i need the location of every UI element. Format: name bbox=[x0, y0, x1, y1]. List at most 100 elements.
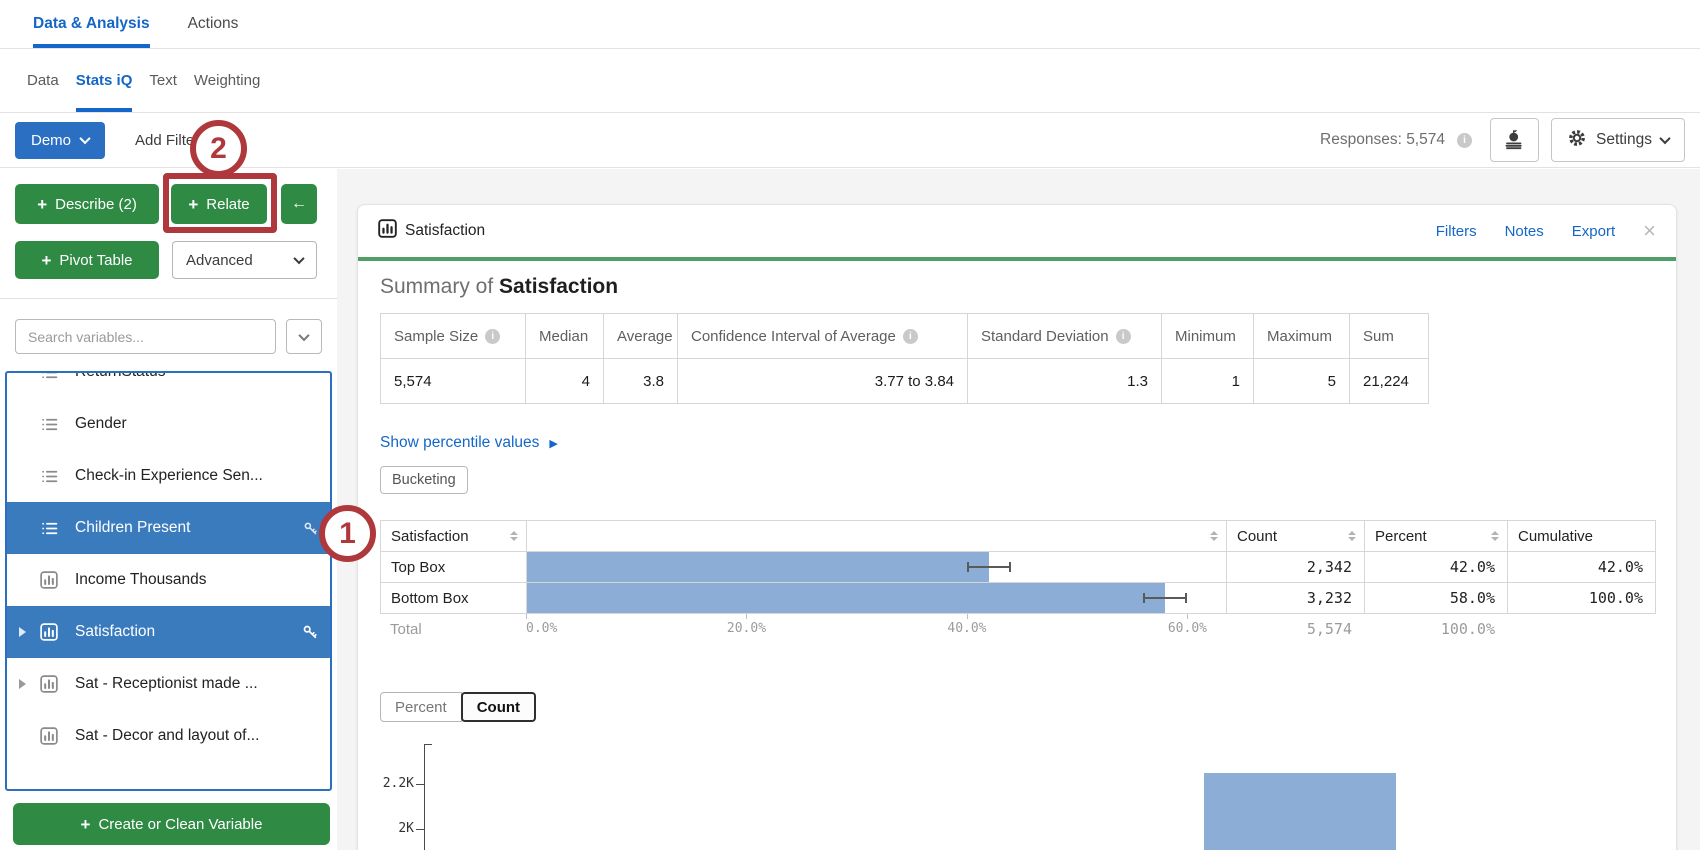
total-row: Total 0.0% 20.0% 40.0% 60.0% 5,574 bbox=[380, 614, 1655, 644]
column-header-percent[interactable]: Percent bbox=[1365, 521, 1508, 552]
variable-row-checkin-experience[interactable]: Check-in Experience Sen... bbox=[7, 450, 330, 502]
info-icon[interactable]: i bbox=[1457, 133, 1472, 148]
variable-row-sat-decor[interactable]: Sat - Decor and layout of... bbox=[7, 710, 330, 762]
relate-button[interactable]: + Relate bbox=[171, 184, 267, 224]
learning-resources-button[interactable] bbox=[1490, 118, 1539, 162]
stat-value-std-deviation: 1.3 bbox=[968, 359, 1162, 404]
key-icon bbox=[302, 624, 318, 640]
column-header: Average bbox=[604, 314, 678, 359]
advanced-dropdown-button[interactable]: Advanced bbox=[172, 241, 317, 279]
unit-toggle: Percent Count bbox=[380, 692, 1654, 722]
bar-chart-icon bbox=[37, 727, 61, 745]
create-label: Create or Clean Variable bbox=[98, 816, 262, 833]
close-icon[interactable]: × bbox=[1643, 220, 1656, 242]
axis-tick bbox=[967, 614, 968, 619]
column-header-bar[interactable] bbox=[527, 521, 1227, 552]
tab-label: Weighting bbox=[194, 72, 260, 89]
expand-caret-icon[interactable] bbox=[19, 679, 26, 689]
tab-weighting[interactable]: Weighting bbox=[194, 49, 260, 112]
card-links: Filters Notes Export × bbox=[1436, 220, 1656, 242]
variable-label: Sat - Decor and layout of... bbox=[75, 727, 259, 745]
cumulative-value: 42.0% bbox=[1508, 552, 1656, 583]
column-header-count[interactable]: Count bbox=[1227, 521, 1365, 552]
stat-value-confidence-interval: 3.77 to 3.84 bbox=[678, 359, 968, 404]
variable-row-sat-receptionist[interactable]: Sat - Receptionist made ... bbox=[7, 658, 330, 710]
summary-title: Summary of Satisfaction bbox=[380, 275, 1654, 299]
export-link[interactable]: Export bbox=[1572, 223, 1615, 240]
key-icon bbox=[303, 521, 318, 536]
notes-link[interactable]: Notes bbox=[1505, 223, 1544, 240]
add-filter-button[interactable]: Add Filter bbox=[135, 132, 199, 149]
variable-label: Check-in Experience Sen... bbox=[75, 467, 263, 485]
axis-row: 0.0% 20.0% 40.0% 60.0% bbox=[526, 614, 1226, 644]
column-header-cumulative[interactable]: Cumulative bbox=[1508, 521, 1656, 552]
sub-nav: Data Stats iQ Text Weighting bbox=[0, 49, 1700, 113]
stat-value-sample-size: 5,574 bbox=[381, 359, 526, 404]
column-header: Maximum bbox=[1254, 314, 1350, 359]
row-label: Top Box bbox=[381, 552, 527, 583]
tab-actions[interactable]: Actions bbox=[188, 0, 239, 48]
variable-row-children-present[interactable]: Children Present bbox=[7, 502, 330, 554]
tab-stats-iq[interactable]: Stats iQ bbox=[76, 49, 133, 112]
search-variables-input[interactable] bbox=[15, 319, 276, 354]
card-title: Satisfaction bbox=[405, 222, 485, 240]
axis-tick-label: 0.0% bbox=[526, 621, 557, 636]
apple-on-books-icon bbox=[1502, 127, 1526, 154]
settings-dropdown-button[interactable]: Settings bbox=[1551, 118, 1685, 162]
sort-icon bbox=[1491, 531, 1499, 541]
show-percentile-values-link[interactable]: Show percentile values ▶ bbox=[380, 434, 558, 452]
tab-data[interactable]: Data bbox=[27, 49, 59, 112]
expand-caret-icon[interactable] bbox=[19, 627, 26, 637]
plus-icon: + bbox=[41, 252, 51, 269]
variable-list-panel: ReturnStatus Gender Check-in Experience … bbox=[5, 371, 332, 791]
collapse-sidebar-button[interactable]: ← bbox=[281, 184, 317, 224]
summary-stats-table: Sample Sizei Median Average Confidence I… bbox=[380, 313, 1429, 404]
variable-row-satisfaction[interactable]: Satisfaction bbox=[7, 606, 330, 658]
axis-tick-label: 60.0% bbox=[1168, 621, 1207, 636]
column-header: Median bbox=[526, 314, 604, 359]
bar-cell-bottom-box bbox=[527, 583, 1227, 614]
stat-value-maximum: 5 bbox=[1254, 359, 1350, 404]
variable-label: Satisfaction bbox=[75, 623, 155, 641]
relate-label: Relate bbox=[206, 196, 249, 213]
histogram-bar bbox=[1204, 773, 1396, 850]
workspace-label: Demo bbox=[31, 132, 71, 149]
search-options-button[interactable] bbox=[286, 319, 322, 354]
describe-label: Describe (2) bbox=[55, 196, 137, 213]
column-header-satisfaction[interactable]: Satisfaction bbox=[381, 521, 527, 552]
toggle-count-button[interactable]: Count bbox=[461, 692, 536, 722]
info-icon[interactable]: i bbox=[903, 329, 918, 344]
total-percent: 100.0% bbox=[1364, 614, 1507, 644]
info-icon[interactable]: i bbox=[485, 329, 500, 344]
tab-data-analysis[interactable]: Data & Analysis bbox=[33, 0, 150, 48]
variable-row-returnstatus[interactable]: ReturnStatus bbox=[7, 371, 330, 398]
bucketing-button[interactable]: Bucketing bbox=[380, 466, 468, 494]
stat-value-average: 3.8 bbox=[604, 359, 678, 404]
tab-label: Text bbox=[149, 72, 177, 89]
tab-label: Stats iQ bbox=[76, 72, 133, 89]
filters-link[interactable]: Filters bbox=[1436, 223, 1477, 240]
info-icon[interactable]: i bbox=[1116, 329, 1131, 344]
plus-icon: + bbox=[37, 196, 47, 213]
variable-label: Gender bbox=[75, 415, 127, 433]
pivot-table-button[interactable]: + Pivot Table bbox=[15, 241, 159, 279]
y-axis-tick bbox=[416, 784, 424, 785]
variable-row-gender[interactable]: Gender bbox=[7, 398, 330, 450]
describe-button[interactable]: + Describe (2) bbox=[15, 184, 159, 224]
satisfaction-card: Satisfaction Filters Notes Export × Summ… bbox=[357, 204, 1677, 850]
create-or-clean-variable-button[interactable]: + Create or Clean Variable bbox=[13, 803, 330, 845]
workspace-dropdown-button[interactable]: Demo bbox=[15, 122, 105, 159]
toolbar: Demo Add Filter Responses: 5,574 i bbox=[0, 113, 1700, 168]
toggle-percent-button[interactable]: Percent bbox=[380, 692, 462, 722]
toolbar-right: Responses: 5,574 i bbox=[1320, 118, 1685, 162]
column-header: Standard Deviationi bbox=[968, 314, 1162, 359]
main-area: Satisfaction Filters Notes Export × Summ… bbox=[337, 169, 1700, 850]
responses-count: Responses: 5,574 bbox=[1320, 131, 1445, 149]
summary-title-subject: Satisfaction bbox=[499, 275, 618, 298]
cumulative-value: 100.0% bbox=[1508, 583, 1656, 614]
top-box-bar bbox=[527, 552, 989, 582]
bar-chart-icon bbox=[37, 571, 61, 589]
tab-text[interactable]: Text bbox=[149, 49, 177, 112]
card-header: Satisfaction Filters Notes Export × bbox=[358, 205, 1676, 257]
variable-row-income-thousands[interactable]: Income Thousands bbox=[7, 554, 330, 606]
